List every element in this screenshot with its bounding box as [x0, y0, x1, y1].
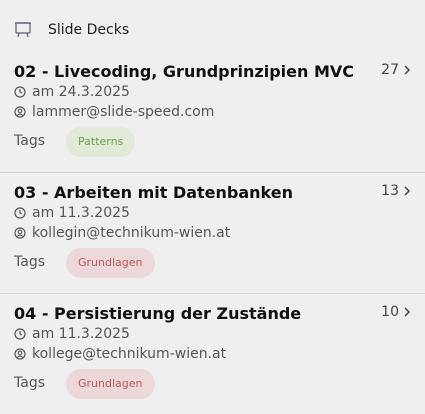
chevron-right-icon [404, 186, 411, 196]
deck-author-text: kollege@technikum-wien.at [32, 346, 227, 362]
tags-label: Tags [14, 375, 45, 391]
clock-icon [14, 207, 26, 219]
slide-count[interactable]: 13 [381, 183, 411, 199]
deck-author: lammer@slide-speed.com [14, 104, 214, 120]
slide-count[interactable]: 27 [381, 62, 411, 78]
deck-author: kollege@technikum-wien.at [14, 346, 226, 362]
deck-date: am 11.3.2025 [14, 326, 130, 342]
section-header: Slide Decks [14, 18, 129, 42]
slide-count-value: 13 [381, 183, 399, 199]
deck-card[interactable]: 04 - Persistierung der Zustände 10 am 11… [0, 304, 425, 414]
user-circle-icon [14, 227, 26, 239]
deck-title[interactable]: 03 - Arbeiten mit Datenbanken [14, 183, 293, 202]
slide-count-value: 10 [381, 304, 399, 320]
deck-card[interactable]: 02 - Livecoding, Grundprinzipien MVC 27 … [0, 62, 425, 173]
tags-label: Tags [14, 254, 45, 270]
slide-count[interactable]: 10 [381, 304, 411, 320]
deck-card[interactable]: 03 - Arbeiten mit Datenbanken 13 am 11.3… [0, 183, 425, 294]
deck-date-text: am 24.3.2025 [32, 84, 130, 100]
tag-badge[interactable]: Grundlagen [66, 248, 155, 278]
deck-date-text: am 11.3.2025 [32, 326, 130, 342]
chevron-right-icon [404, 65, 411, 75]
deck-title[interactable]: 02 - Livecoding, Grundprinzipien MVC [14, 62, 354, 81]
user-circle-icon [14, 348, 26, 360]
clock-icon [14, 86, 26, 98]
chevron-right-icon [404, 307, 411, 317]
section-title: Slide Decks [48, 22, 130, 38]
presentation-board-icon [15, 22, 31, 38]
user-circle-icon [14, 106, 26, 118]
tag-badge[interactable]: Grundlagen [66, 369, 155, 399]
tag-badge[interactable]: Patterns [66, 127, 136, 157]
slide-count-value: 27 [381, 62, 399, 78]
deck-author-text: lammer@slide-speed.com [32, 104, 215, 120]
deck-date: am 24.3.2025 [14, 84, 130, 100]
tags-label: Tags [14, 133, 45, 149]
clock-icon [14, 328, 26, 340]
deck-date-text: am 11.3.2025 [32, 205, 130, 221]
deck-author: kollegin@technikum-wien.at [14, 225, 230, 241]
deck-author-text: kollegin@technikum-wien.at [32, 225, 231, 241]
deck-title[interactable]: 04 - Persistierung der Zustände [14, 304, 301, 323]
deck-date: am 11.3.2025 [14, 205, 130, 221]
